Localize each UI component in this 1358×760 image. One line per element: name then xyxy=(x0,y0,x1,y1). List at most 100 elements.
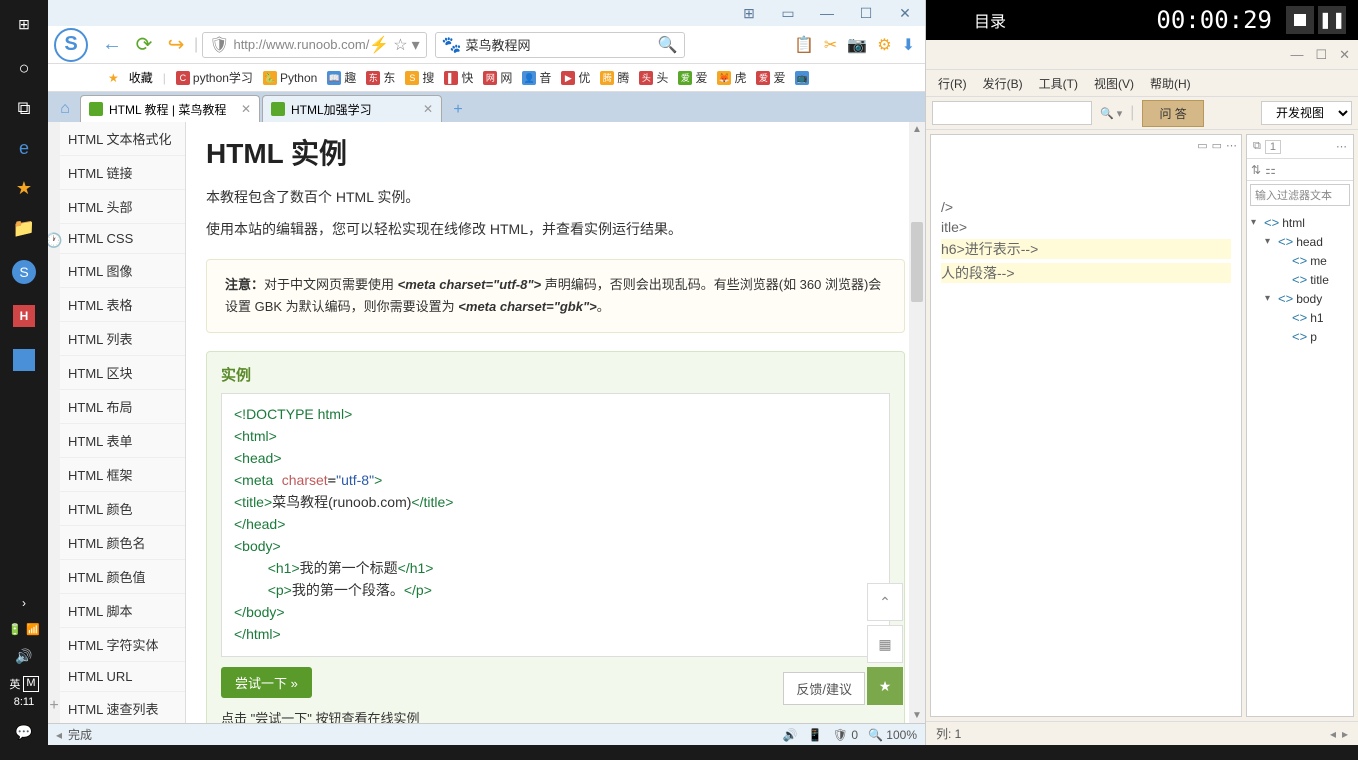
code-editor[interactable]: ▭▭⋯ />itle>h6>进行表示-->人的段落--> xyxy=(930,134,1242,717)
shield-status-icon[interactable]: 🛡 0 xyxy=(833,728,858,742)
ide-close-icon[interactable]: ✕ xyxy=(1339,47,1350,63)
stop-button[interactable] xyxy=(1286,6,1314,34)
tool-icon-3[interactable]: 📷 xyxy=(847,35,867,55)
home-button[interactable]: ⌂ xyxy=(52,96,78,122)
menu-item[interactable]: 行(R) xyxy=(930,75,975,92)
tab-close-icon[interactable]: ✕ xyxy=(423,102,433,116)
sidebar-item[interactable]: HTML 区块 xyxy=(60,356,185,390)
star-icon[interactable]: ★ xyxy=(0,168,48,208)
try-button[interactable]: 尝试一下 » xyxy=(221,667,312,698)
back-button[interactable]: ← xyxy=(98,31,126,59)
refresh-button[interactable]: ⟳ xyxy=(130,31,158,59)
tree-node[interactable]: <>p xyxy=(1251,327,1349,346)
zoom-status[interactable]: 🔍 100% xyxy=(868,728,917,742)
grid-icon[interactable]: ⊞ xyxy=(737,3,761,23)
close-window-icon[interactable]: ✕ xyxy=(893,3,917,23)
maximize-icon[interactable]: ☐ xyxy=(854,3,878,23)
favorite-link[interactable]: 🦊虎 xyxy=(717,69,746,86)
tree-node[interactable]: <>h1 xyxy=(1251,308,1349,327)
favorite-link[interactable]: 📺 xyxy=(795,69,812,86)
answer-button[interactable]: 问 答 xyxy=(1142,100,1203,127)
download-icon[interactable]: ⬇ xyxy=(902,35,915,55)
start-button[interactable]: ⊞ xyxy=(0,0,48,48)
clock[interactable]: 8:11 xyxy=(14,696,35,708)
ide-minimize-icon[interactable]: — xyxy=(1290,47,1303,62)
sidebar-item[interactable]: HTML 表单 xyxy=(60,424,185,458)
ide-maximize-icon[interactable]: ☐ xyxy=(1315,47,1327,63)
star-widget-button[interactable]: ★ xyxy=(867,667,903,705)
explorer-icon[interactable]: 📁 xyxy=(0,208,48,248)
favorite-link[interactable]: 爱爱 xyxy=(678,69,707,86)
sidebar-item[interactable]: HTML 布局 xyxy=(60,390,185,424)
layers-icon[interactable]: ▭ xyxy=(776,3,800,23)
favorite-link[interactable]: 头头 xyxy=(639,69,668,86)
editor-tab-icon[interactable]: ▭ xyxy=(1197,139,1207,152)
sidebar-item[interactable]: HTML 头部 xyxy=(60,190,185,224)
phone-status-icon[interactable]: 📱 xyxy=(808,728,823,742)
outline-tab-icon[interactable]: ⧉ xyxy=(1253,140,1261,153)
outline-filter-input[interactable]: 输入过滤器文本 xyxy=(1250,184,1350,206)
view-dropdown[interactable]: 开发视图 xyxy=(1261,101,1352,125)
forward-button[interactable]: ↪ xyxy=(162,31,190,59)
sidebar-item[interactable]: HTML CSS xyxy=(60,224,185,254)
sidebar-item[interactable]: HTML 脚本 xyxy=(60,594,185,628)
sidebar-item[interactable]: HTML 图像 xyxy=(60,254,185,288)
tree-node[interactable]: <>title xyxy=(1251,270,1349,289)
app-h-icon[interactable]: H xyxy=(0,296,48,336)
add-panel-icon[interactable]: + xyxy=(49,697,58,715)
edge-icon[interactable]: e xyxy=(0,128,48,168)
editor-tab-icon[interactable]: ▭ xyxy=(1212,139,1222,152)
menu-item[interactable]: 发行(B) xyxy=(975,75,1031,92)
new-tab-button[interactable]: + xyxy=(446,98,470,122)
sidebar-item[interactable]: HTML 文本格式化 xyxy=(60,122,185,156)
favorite-link[interactable]: 爱爱 xyxy=(756,69,785,86)
search-dropdown-icon[interactable]: 🔍 ▾ xyxy=(1100,107,1122,120)
content-scrollbar[interactable]: ▲ ▼ xyxy=(909,122,925,723)
sidebar-item[interactable]: HTML URL xyxy=(60,662,185,692)
favorite-link[interactable]: ▶优 xyxy=(561,69,590,86)
tree-node[interactable]: ▾<>html xyxy=(1251,213,1349,232)
favorite-link[interactable]: 网网 xyxy=(483,69,512,86)
menu-item[interactable]: 视图(V) xyxy=(1086,75,1142,92)
browser-tab[interactable]: HTML 教程 | 菜鸟教程✕ xyxy=(80,95,260,122)
qr-button[interactable]: ▦ xyxy=(867,625,903,663)
ime-mode[interactable]: M xyxy=(23,676,38,692)
clock-icon[interactable]: 🕐 xyxy=(48,232,63,249)
sogou-taskbar-icon[interactable]: S xyxy=(0,252,48,292)
task-view-icon[interactable]: ⧉ xyxy=(0,88,48,128)
browser-tab[interactable]: HTML加强学习✕ xyxy=(262,95,442,122)
scissors-icon[interactable]: ✂ xyxy=(824,35,837,55)
sidebar-item[interactable]: HTML 框架 xyxy=(60,458,185,492)
sidebar-item[interactable]: HTML 列表 xyxy=(60,322,185,356)
minimize-icon[interactable]: — xyxy=(815,3,839,23)
outline-tab-num[interactable]: 1 xyxy=(1265,140,1281,154)
battery-icon[interactable]: 🔋 xyxy=(8,623,22,636)
favorite-link[interactable]: 腾腾 xyxy=(600,69,629,86)
filter-icon[interactable]: ⚏ xyxy=(1265,163,1276,177)
dropdown-icon[interactable]: ▾ xyxy=(412,35,420,55)
address-bar[interactable]: 🛡 http://www.runoob.com/ ⚡ ☆ ▾ xyxy=(202,32,426,58)
scroll-top-button[interactable]: ⌃ xyxy=(867,583,903,621)
volume-icon[interactable]: 🔊 xyxy=(0,636,48,676)
sidebar-item[interactable]: HTML 颜色 xyxy=(60,492,185,526)
ide-search-input[interactable] xyxy=(932,101,1092,125)
app-blue-icon[interactable] xyxy=(0,340,48,380)
status-back-icon[interactable]: ◂ xyxy=(56,728,62,742)
menu-item[interactable]: 帮助(H) xyxy=(1142,75,1199,92)
favorites-label[interactable]: 收藏 xyxy=(129,69,153,86)
cortana-icon[interactable]: ○ xyxy=(0,48,48,88)
scroll-thumb[interactable] xyxy=(911,222,923,302)
search-engine-icon[interactable]: 🐾 xyxy=(442,35,462,55)
sidebar-item[interactable]: HTML 表格 xyxy=(60,288,185,322)
favorite-link[interactable]: ▌快 xyxy=(444,69,473,86)
favorite-link[interactable]: 东东 xyxy=(366,69,395,86)
tree-node[interactable]: <>me xyxy=(1251,251,1349,270)
favorite-link[interactable]: 📖趣 xyxy=(327,69,356,86)
fav-star-icon[interactable]: ★ xyxy=(108,71,119,85)
search-box[interactable]: 🐾 菜鸟教程网 🔍 xyxy=(435,32,685,58)
sidebar-item[interactable]: HTML 速查列表 xyxy=(60,692,185,723)
feedback-button[interactable]: 反馈/建议 xyxy=(783,672,865,705)
tool-icon-1[interactable]: 📋 xyxy=(794,35,814,55)
status-scroll-right[interactable]: ▸ xyxy=(1342,727,1348,741)
expand-tray-icon[interactable]: › xyxy=(0,583,48,623)
